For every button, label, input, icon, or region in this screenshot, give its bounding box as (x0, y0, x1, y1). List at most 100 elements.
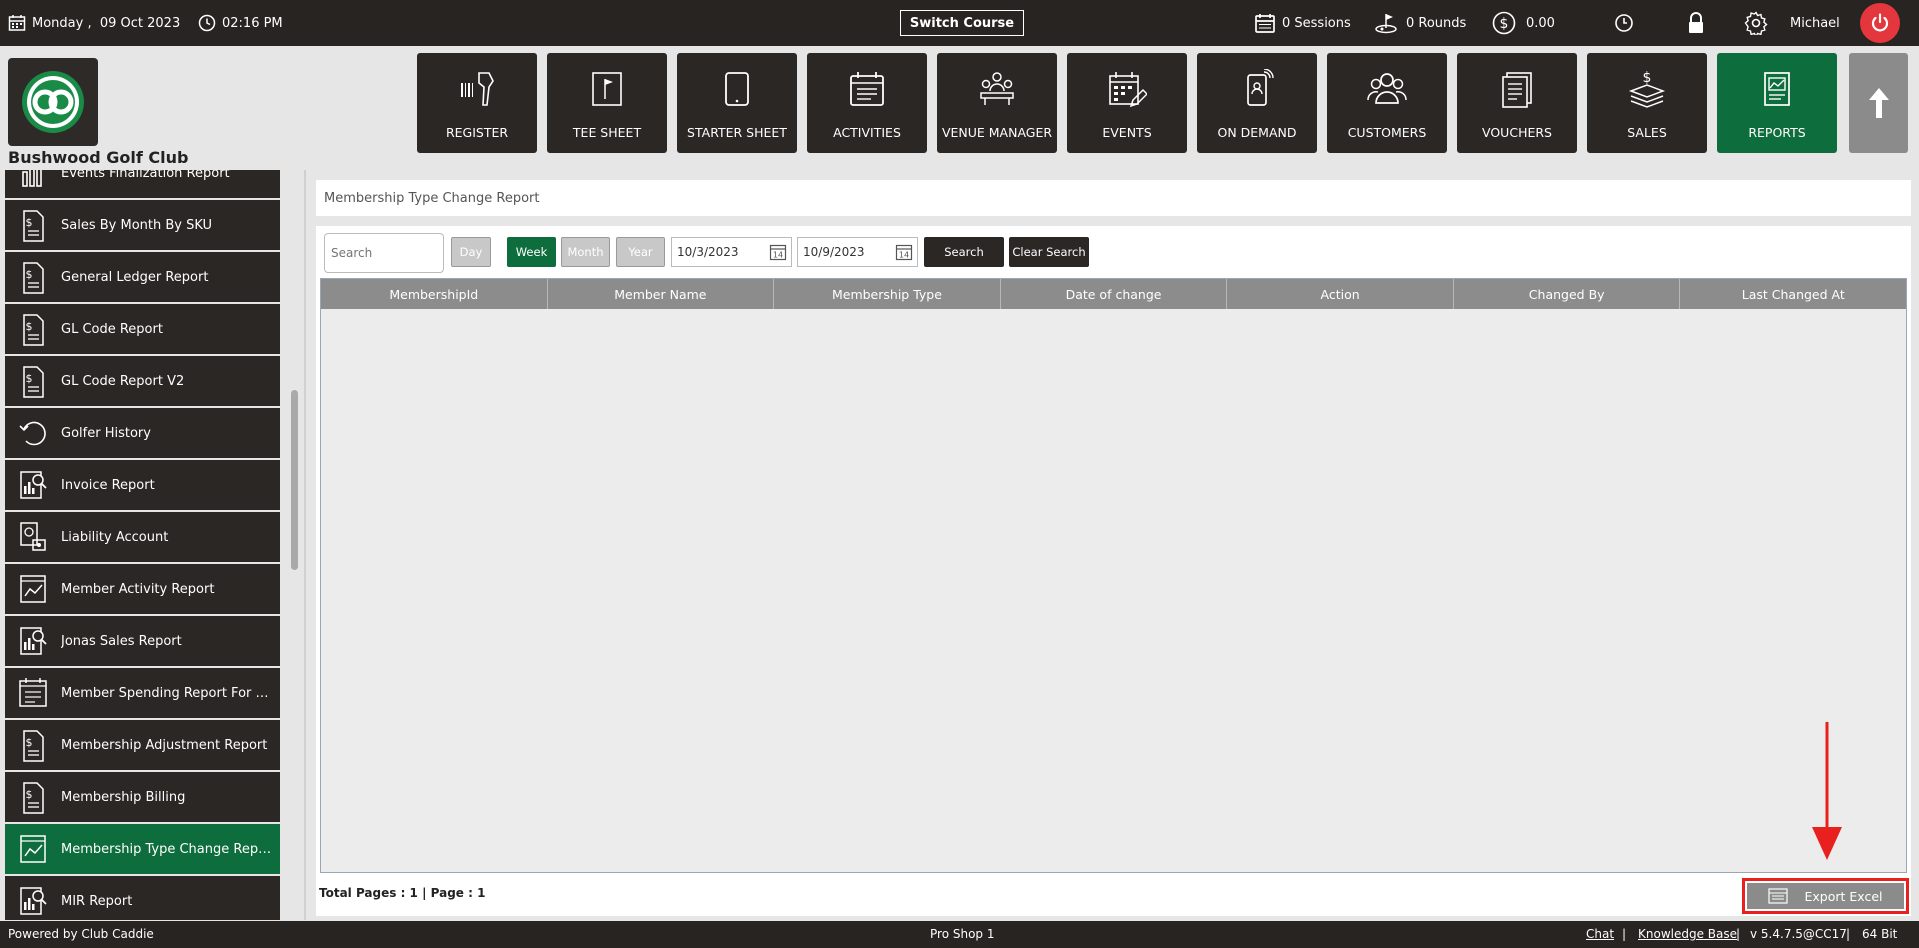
calendar-picker-icon[interactable]: 14 (895, 243, 913, 261)
dollar-doc-icon: $ (5, 772, 61, 822)
sidebar-item-sales-by-month-by-sku[interactable]: $ Sales By Month By SKU (5, 200, 280, 250)
sessions-indicator[interactable]: 0 Sessions (1254, 0, 1351, 46)
sidebar-item-liability-account[interactable]: Liability Account (5, 512, 280, 562)
knowledge-base-link[interactable]: Knowledge Base (1638, 927, 1737, 941)
day-button[interactable]: Day (451, 237, 491, 267)
gear-icon (1744, 11, 1768, 35)
nav-tile-customers[interactable]: CUSTOMERS (1327, 53, 1447, 153)
version-text: v 5.4.7.5@CC17 (1750, 927, 1847, 941)
sidebar-item-member-spending-report-for-minim[interactable]: Member Spending Report For Minim... (5, 668, 280, 718)
sidebar-item-label: MIR Report (61, 893, 133, 909)
nav-tile-on-demand[interactable]: ON DEMAND (1197, 53, 1317, 153)
tablet-icon (725, 72, 749, 106)
export-excel-button[interactable]: Export Excel (1747, 883, 1904, 909)
search-button[interactable]: Search (924, 237, 1004, 267)
sidebar-item-golfer-history[interactable]: Golfer History (5, 408, 280, 458)
rounds-indicator[interactable]: 0 Rounds (1374, 0, 1466, 46)
export-excel-label: Export Excel (1804, 888, 1883, 904)
phone-icon (1247, 69, 1274, 106)
user-name[interactable]: Michael (1790, 0, 1840, 46)
calendar-picker-icon[interactable]: 14 (769, 243, 787, 261)
nav-tile-starter-sheet[interactable]: STARTER SHEET (677, 53, 797, 153)
nav-tile-tee-sheet[interactable]: TEE SHEET (547, 53, 667, 153)
date-from-input[interactable]: 10/3/2023 14 (671, 237, 792, 267)
sidebar-item-label: GL Code Report (61, 321, 163, 337)
balance-indicator[interactable]: $ 0.00 (1492, 0, 1555, 46)
sidebar-item-events-finalization-report[interactable]: Events Finalization Report (5, 170, 280, 198)
sidebar-item-mir-report[interactable]: MIR Report (5, 876, 280, 920)
report-icon (1764, 72, 1790, 106)
nav-tile-label: VENUE MANAGER (941, 125, 1053, 140)
date-to-value: 10/9/2023 (803, 245, 865, 259)
sidebar-item-invoice-report[interactable]: Invoice Report (5, 460, 280, 510)
settings-button[interactable] (1744, 0, 1768, 46)
voucher-icon (1502, 72, 1532, 108)
calendar-icon (8, 15, 26, 31)
column-header-membership-type[interactable]: Membership Type (774, 279, 1001, 309)
sidebar-item-jonas-sales-report[interactable]: Jonas Sales Report (5, 616, 280, 666)
sidebar-item-label: Member Activity Report (61, 581, 215, 597)
footer-separator: | (1622, 927, 1627, 941)
search-input[interactable] (324, 233, 444, 273)
club-logo[interactable] (8, 58, 98, 146)
column-header-membershipid[interactable]: MembershipId (321, 279, 548, 309)
sidebar-item-general-ledger-report[interactable]: $ General Ledger Report (5, 252, 280, 302)
svg-text:$: $ (26, 268, 33, 281)
golf-flag-icon (1375, 14, 1397, 34)
sidebar-item-gl-code-report[interactable]: $ GL Code Report (5, 304, 280, 354)
report-panel: Day Week Month Year 10/3/2023 14 10/9/20… (316, 226, 1911, 916)
nav-tile-vouchers[interactable]: VOUCHERS (1457, 53, 1577, 153)
calendar-list-icon (850, 72, 884, 106)
week-button[interactable]: Week (507, 237, 556, 267)
dollar-doc-icon: $ (5, 720, 61, 770)
svg-text:$: $ (26, 320, 33, 333)
lock-button[interactable] (1687, 0, 1705, 46)
svg-text:$: $ (1500, 16, 1509, 32)
svg-text:$: $ (26, 788, 33, 801)
column-header-last-changed-at[interactable]: Last Changed At (1680, 279, 1906, 309)
switch-course-button[interactable]: Switch Course (900, 10, 1024, 36)
power-icon (1871, 13, 1889, 32)
nav-tile-label: STARTER SHEET (687, 125, 787, 140)
sidebar-item-member-activity-report[interactable]: Member Activity Report (5, 564, 280, 614)
nav-tile-sales[interactable]: $ SALES (1587, 53, 1707, 153)
sidebar-item-membership-type-change-report[interactable]: Membership Type Change Report (5, 824, 280, 874)
nav-tile-venue-manager[interactable]: VENUE MANAGER (937, 53, 1057, 153)
footer-separator: | (1736, 927, 1741, 941)
clock-button[interactable] (1614, 0, 1634, 46)
sidebar-item-label: General Ledger Report (61, 269, 209, 285)
month-button[interactable]: Month (561, 237, 610, 267)
lock-icon (1689, 12, 1703, 33)
sidebar-item-label: Membership Billing (61, 789, 186, 805)
column-header-changed-by[interactable]: Changed By (1454, 279, 1681, 309)
analysis-doc-icon (5, 460, 61, 510)
sidebar-item-label: Membership Type Change Report (61, 841, 277, 857)
column-header-date-of-change[interactable]: Date of change (1001, 279, 1228, 309)
sidebar-item-gl-code-report-v2[interactable]: $ GL Code Report V2 (5, 356, 280, 406)
nav-tile-register[interactable]: REGISTER (417, 53, 537, 153)
data-grid: MembershipId Member Name Membership Type Da… (320, 278, 1907, 873)
dollar-circle-icon: $ (1492, 11, 1516, 35)
dollar-doc-icon: $ (5, 252, 61, 302)
sidebar-item-membership-billing[interactable]: $ Membership Billing (5, 772, 280, 822)
calendar-day: 14 (899, 251, 909, 260)
nav-tile-reports[interactable]: REPORTS (1717, 53, 1837, 153)
scroll-up-button[interactable] (1849, 53, 1908, 153)
sidebar-item-membership-adjustment-report[interactable]: $ Membership Adjustment Report (5, 720, 280, 770)
nav-tile-label: VOUCHERS (1482, 125, 1552, 140)
scanner-icon (461, 72, 494, 106)
column-header-action[interactable]: Action (1227, 279, 1454, 309)
svg-text:$: $ (26, 372, 33, 385)
year-button[interactable]: Year (616, 237, 665, 267)
dollar-doc-icon: $ (5, 304, 61, 354)
chat-link[interactable]: Chat (1586, 927, 1614, 941)
nav-tile-activities[interactable]: ACTIVITIES (807, 53, 927, 153)
power-button[interactable] (1860, 3, 1900, 43)
date-to-input[interactable]: 10/9/2023 14 (797, 237, 918, 267)
clear-search-button[interactable]: Clear Search (1009, 237, 1089, 267)
column-header-member-name[interactable]: Member Name (548, 279, 775, 309)
nav-tile-label: REGISTER (445, 125, 509, 140)
sidebar-scrollbar[interactable] (291, 390, 298, 570)
sidebar-item-label: Liability Account (61, 529, 169, 545)
nav-tile-events[interactable]: EVENTS (1067, 53, 1187, 153)
